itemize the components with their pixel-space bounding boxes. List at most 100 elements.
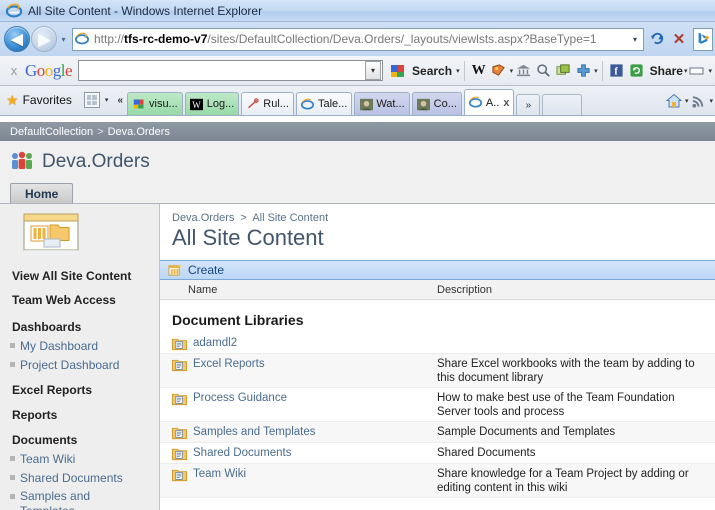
refresh-button[interactable]	[646, 28, 668, 51]
window-title-bar: All Site Content - Windows Internet Expl…	[0, 0, 715, 22]
document-library-icon	[172, 467, 187, 482]
sidebar-item-view-all-site-content[interactable]: View All Site Content	[0, 264, 159, 288]
site-title[interactable]: Deva.Orders	[42, 151, 150, 173]
window-tool-icon[interactable]	[687, 61, 707, 81]
logo-g2: g	[52, 60, 62, 80]
google-search-button[interactable]: Search ▾	[388, 61, 460, 81]
forward-button[interactable]: ▶	[31, 26, 57, 52]
tab-overflow-button[interactable]: »	[516, 94, 541, 115]
chevron-down-icon[interactable]: ▾	[456, 67, 460, 75]
search-provider-box[interactable]	[693, 27, 713, 51]
create-button[interactable]: Create	[188, 263, 224, 277]
ie-logo-icon	[6, 3, 22, 19]
chevron-down-icon[interactable]: ▾	[594, 67, 598, 75]
toolbar-divider	[463, 60, 465, 81]
row-name-cell: Process Guidance	[160, 391, 437, 406]
tab-visu[interactable]: visu...	[127, 92, 183, 115]
chevron-down-icon[interactable]: ▾	[709, 97, 713, 105]
favorites-button[interactable]: ★ Favorites	[2, 87, 80, 115]
document-library-list: adamdl2 Excel Reports Share Excel workbo…	[160, 333, 715, 498]
table-row[interactable]: Team Wiki Share knowledge for a Team Pro…	[160, 464, 715, 498]
close-toolbar-button[interactable]: x	[3, 63, 25, 78]
address-dropdown-caret-icon[interactable]: ▾	[627, 35, 643, 44]
home-icon[interactable]	[664, 91, 684, 111]
tab-strip: visu... W Log... Rul... Tale... Wat... C…	[127, 85, 658, 115]
row-name-link[interactable]: Shared Documents	[193, 446, 291, 461]
rss-icon[interactable]	[688, 91, 708, 111]
sidebar-item-project-dashboard[interactable]: Project Dashboard	[0, 356, 159, 375]
sidebar-item-samples-and-templates[interactable]: Samples and Templates	[0, 488, 100, 510]
quick-launch-sidebar: View All Site Content Team Web Access Da…	[0, 204, 160, 510]
row-name-link[interactable]: Samples and Templates	[193, 425, 316, 440]
wikipedia-icon[interactable]: W	[469, 61, 489, 81]
tab-tale[interactable]: Tale...	[295, 92, 353, 115]
refresh-icon	[650, 30, 665, 48]
stop-button[interactable]: ✕	[668, 28, 690, 51]
close-icon[interactable]: x	[503, 97, 509, 109]
tab-co[interactable]: Co...	[411, 92, 462, 115]
google-search-field[interactable]: ▾	[78, 60, 384, 81]
collapse-icon[interactable]: «	[117, 95, 123, 106]
grid-icon[interactable]	[83, 92, 100, 108]
row-name-link[interactable]: Excel Reports	[193, 357, 265, 372]
tab-rul[interactable]: Rul...	[241, 92, 294, 115]
translate-icon[interactable]	[513, 61, 533, 81]
row-name-link[interactable]: Team Wiki	[193, 467, 246, 482]
address-bar[interactable]: http://tfs-rc-demo-v7/sites/DefaultColle…	[72, 27, 644, 51]
share-label[interactable]: Share	[650, 64, 683, 78]
row-name-cell: Team Wiki	[160, 467, 437, 482]
row-name-link[interactable]: Process Guidance	[193, 391, 287, 406]
google-icon	[132, 97, 146, 111]
facebook-icon[interactable]: f	[607, 61, 627, 81]
row-name-cell: adamdl2	[160, 336, 437, 351]
wikipedia-icon: W	[190, 97, 204, 111]
share-icon[interactable]	[627, 61, 647, 81]
highlight-icon[interactable]	[533, 61, 553, 81]
ie-icon	[301, 97, 315, 111]
sidebar-item-reports[interactable]: Reports	[0, 400, 159, 425]
tab-all-site-content[interactable]: A.. x	[463, 89, 515, 115]
url-host: tfs-rc-demo-v7	[124, 32, 208, 46]
sidebar-item-shared-documents[interactable]: Shared Documents	[0, 469, 159, 488]
sidebar-heading-dashboards[interactable]: Dashboards	[0, 312, 159, 337]
row-name-link[interactable]: adamdl2	[193, 336, 237, 351]
tab-label: visu...	[149, 98, 178, 110]
tab-log[interactable]: W Log...	[184, 92, 240, 115]
plus-icon[interactable]	[573, 61, 593, 81]
tab-home[interactable]: Home	[10, 183, 74, 203]
column-header-name[interactable]: Name	[160, 284, 437, 296]
sidebar-heading-documents[interactable]: Documents	[0, 425, 159, 450]
table-row[interactable]: Process Guidance How to make best use of…	[160, 388, 715, 422]
chevron-down-icon[interactable]: ▾	[708, 67, 712, 75]
recent-pages-button[interactable]: ▾	[57, 35, 70, 44]
sidebar-item-excel-reports[interactable]: Excel Reports	[0, 375, 159, 400]
new-tab-button[interactable]	[542, 94, 583, 115]
page-content: DefaultCollection > Deva.Orders Deva.Ord…	[0, 122, 715, 510]
tab-label: A..	[485, 96, 500, 109]
document-library-icon	[172, 446, 187, 461]
sidebar-item-team-wiki[interactable]: Team Wiki	[0, 450, 159, 469]
tab-label: Log...	[206, 98, 235, 110]
gallery-icon[interactable]	[553, 61, 573, 81]
table-row[interactable]: Excel Reports Share Excel workbooks with…	[160, 354, 715, 388]
photo-icon	[417, 97, 431, 111]
table-row[interactable]: adamdl2	[160, 333, 715, 354]
row-description-cell: Share knowledge for a Team Project by ad…	[437, 468, 689, 494]
breadcrumb-site[interactable]: Deva.Orders	[108, 126, 170, 138]
table-row[interactable]: Shared Documents Shared Documents	[160, 443, 715, 464]
breadcrumb-collection[interactable]: DefaultCollection	[10, 126, 93, 138]
sidebar-item-team-web-access[interactable]: Team Web Access	[0, 288, 159, 312]
table-row[interactable]: Samples and Templates Sample Documents a…	[160, 422, 715, 443]
chevron-down-icon[interactable]: ▾	[365, 61, 382, 80]
tab-wat[interactable]: Wat...	[354, 92, 410, 115]
column-header-description[interactable]: Description	[437, 284, 715, 296]
sidebar-item-my-dashboard[interactable]: My Dashboard	[0, 337, 159, 356]
back-button[interactable]: ◀	[4, 26, 30, 52]
breadcrumb-site-link[interactable]: Deva.Orders	[172, 212, 234, 224]
navigation-toolbar: ◀ ▶ ▾ http://tfs-rc-demo-v7/sites/Defaul…	[0, 22, 715, 56]
site-collection-breadcrumb: DefaultCollection > Deva.Orders	[0, 122, 715, 141]
document-library-icon	[172, 336, 187, 351]
bookmarks-icon[interactable]	[489, 61, 509, 81]
chevron-down-icon[interactable]: ▾	[105, 96, 109, 104]
url-path: /sites/DefaultCollection/Deva.Orders/_la…	[207, 32, 597, 46]
